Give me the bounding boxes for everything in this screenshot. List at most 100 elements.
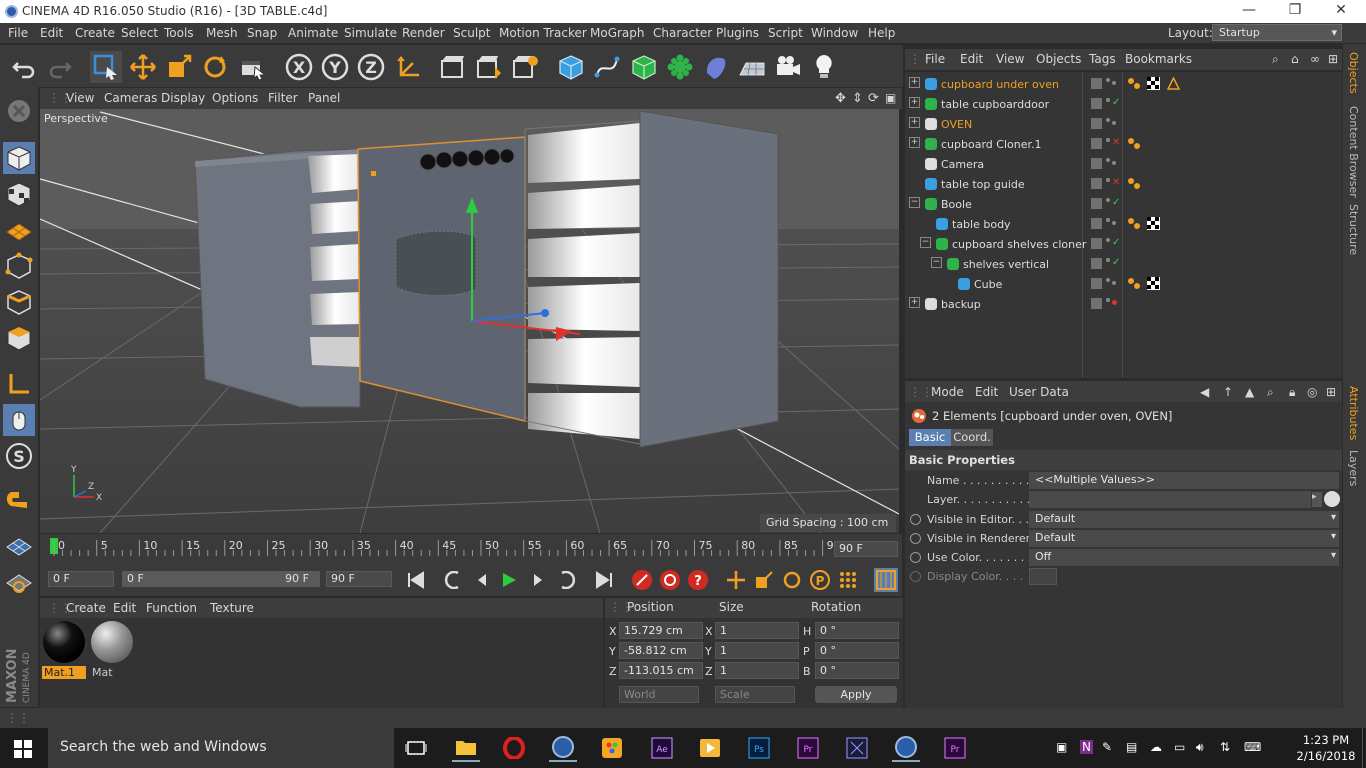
menu-window[interactable]: Window <box>811 26 858 40</box>
render-view-icon[interactable] <box>437 51 469 83</box>
3d-viewport[interactable]: Y Z X <box>40 109 899 533</box>
texture-mode-icon[interactable] <box>3 178 35 210</box>
status-icon[interactable] <box>1112 217 1116 228</box>
onedrive-icon[interactable]: ☁ <box>1150 740 1162 754</box>
position-key-icon[interactable] <box>724 568 748 592</box>
edit-tag-icon[interactable] <box>1091 198 1102 209</box>
deformer-icon[interactable] <box>700 51 732 83</box>
cinema4d-taskbar-icon[interactable] <box>549 734 577 762</box>
editor-visibility-dot[interactable] <box>1106 78 1110 82</box>
object-name[interactable]: table cupboarddoor <box>941 98 1049 111</box>
paint-icon[interactable] <box>598 734 626 762</box>
status-icon[interactable] <box>1112 77 1116 88</box>
move-icon[interactable] <box>127 51 159 83</box>
material-menu-texture[interactable]: Texture <box>210 601 254 615</box>
animation-radio-icon[interactable] <box>910 533 921 544</box>
status-icon[interactable]: ✓ <box>1112 237 1120 248</box>
viewport-menu-view[interactable]: View <box>66 91 94 105</box>
file-explorer-icon[interactable] <box>452 734 480 762</box>
up-arrow-icon[interactable]: ↑ <box>1223 385 1233 399</box>
edit-tag-icon[interactable] <box>1091 218 1102 229</box>
editor-visibility-dot[interactable] <box>1106 238 1110 242</box>
timeline-icon[interactable] <box>874 568 898 592</box>
animation-radio-icon[interactable] <box>910 552 921 563</box>
settings-icon[interactable]: ◎ <box>1307 385 1317 399</box>
axis-icon[interactable] <box>3 368 35 400</box>
show-desktop-button[interactable] <box>1362 728 1366 768</box>
object-row[interactable]: table top guide ✕ <box>905 174 1342 194</box>
media-player-icon[interactable] <box>696 734 724 762</box>
menu-tools[interactable]: Tools <box>164 26 194 40</box>
menu-plugins[interactable]: Plugins <box>716 26 759 40</box>
cube-icon[interactable] <box>555 51 587 83</box>
menu-select[interactable]: Select <box>121 26 158 40</box>
viewport-menu-cameras[interactable]: Cameras <box>104 91 157 105</box>
status-icon[interactable]: ✕ <box>1112 177 1120 188</box>
object-row[interactable]: + backup <box>905 294 1342 314</box>
layout-dropdown[interactable]: Startup ▾ <box>1212 24 1342 41</box>
edit-tag-icon[interactable] <box>1091 118 1102 129</box>
status-icon[interactable]: ✕ <box>1112 137 1120 148</box>
object-row[interactable]: Cube <box>905 274 1342 294</box>
search-icon[interactable]: ⌕ <box>1267 385 1274 400</box>
timeline-ruler[interactable]: 051015202530354045505560657075808590 90 … <box>40 534 902 564</box>
phong-tag-icon[interactable] <box>1127 177 1140 190</box>
side-tab-structure[interactable]: Structure <box>1347 204 1360 255</box>
object-row[interactable]: + OVEN <box>905 114 1342 134</box>
rotate-icon[interactable] <box>199 51 231 83</box>
object-row[interactable]: + cupboard Cloner.1 ✕ <box>905 134 1342 154</box>
premiere-icon-2[interactable]: Pr <box>941 734 969 762</box>
phong-tag-icon[interactable] <box>1127 77 1140 90</box>
side-tab-content-browser[interactable]: Content Browser <box>1347 106 1360 198</box>
animation-radio-icon[interactable] <box>910 514 921 525</box>
editor-visibility-dot[interactable] <box>1106 138 1110 142</box>
edit-tag-icon[interactable] <box>1091 278 1102 289</box>
scale-key-icon[interactable] <box>752 568 776 592</box>
up-triangle-icon[interactable]: ▲ <box>1245 385 1254 399</box>
network-icon[interactable]: ⇅ <box>1220 740 1230 754</box>
menu-mesh[interactable]: Mesh <box>206 26 238 40</box>
world-dropdown[interactable]: World <box>619 686 699 703</box>
new-window-icon[interactable]: ⊞ <box>1326 385 1336 399</box>
polygons-mode-icon[interactable] <box>3 322 35 354</box>
previous-frame-icon[interactable] <box>470 568 494 592</box>
minimize-button[interactable]: — <box>1226 2 1272 22</box>
object-name[interactable]: OVEN <box>941 118 972 131</box>
floor-icon[interactable] <box>736 51 768 83</box>
layer-pick-icon[interactable] <box>1324 491 1340 507</box>
animation-radio-icon[interactable] <box>910 571 921 582</box>
tray-app-icon[interactable]: ▣ <box>1056 740 1067 754</box>
edit-tag-icon[interactable] <box>1091 78 1102 89</box>
link-icon[interactable]: ∞ <box>1310 52 1320 66</box>
position-z-field[interactable]: -113.015 cm <box>619 662 703 679</box>
frame-range-slider[interactable]: 0 F 90 F <box>122 571 320 587</box>
go-to-end-icon[interactable] <box>592 568 616 592</box>
size-y-field[interactable]: 1 <box>715 642 799 659</box>
object-name[interactable]: Camera <box>941 158 984 171</box>
render-picture-viewer-icon[interactable] <box>473 51 505 83</box>
back-arrow-icon[interactable]: ◀ <box>1200 385 1209 399</box>
menu-file[interactable]: File <box>8 26 28 40</box>
material-swatch[interactable]: Mat.1 <box>42 620 86 679</box>
viewport-move-icon[interactable]: ✥ <box>835 91 846 106</box>
expand-toggle-icon[interactable]: + <box>909 297 920 308</box>
menu-edit[interactable]: Edit <box>40 26 63 40</box>
pen-icon[interactable] <box>591 51 623 83</box>
play-icon[interactable] <box>497 568 521 592</box>
cloner-icon[interactable] <box>664 51 696 83</box>
phong-tag-icon[interactable] <box>1127 137 1140 150</box>
status-icon[interactable] <box>1112 157 1116 168</box>
editor-visibility-dot[interactable] <box>1106 178 1110 182</box>
scale-dropdown[interactable]: Scale <box>715 686 795 703</box>
object-name[interactable]: Cube <box>974 278 1002 291</box>
rotation-key-icon[interactable] <box>780 568 804 592</box>
material-menu-function[interactable]: Function <box>146 601 197 615</box>
visible-editor-dropdown[interactable]: Default <box>1029 511 1339 528</box>
objects-menu-tags[interactable]: Tags <box>1089 52 1116 66</box>
y-axis-icon[interactable]: Y <box>319 51 351 83</box>
object-name[interactable]: shelves vertical <box>963 258 1049 271</box>
use-color-dropdown[interactable]: Off <box>1029 549 1339 566</box>
keyboard-icon[interactable]: ⌨ <box>1244 740 1261 754</box>
menu-render[interactable]: Render <box>402 26 445 40</box>
start-frame-field[interactable]: 0 F <box>48 571 114 587</box>
